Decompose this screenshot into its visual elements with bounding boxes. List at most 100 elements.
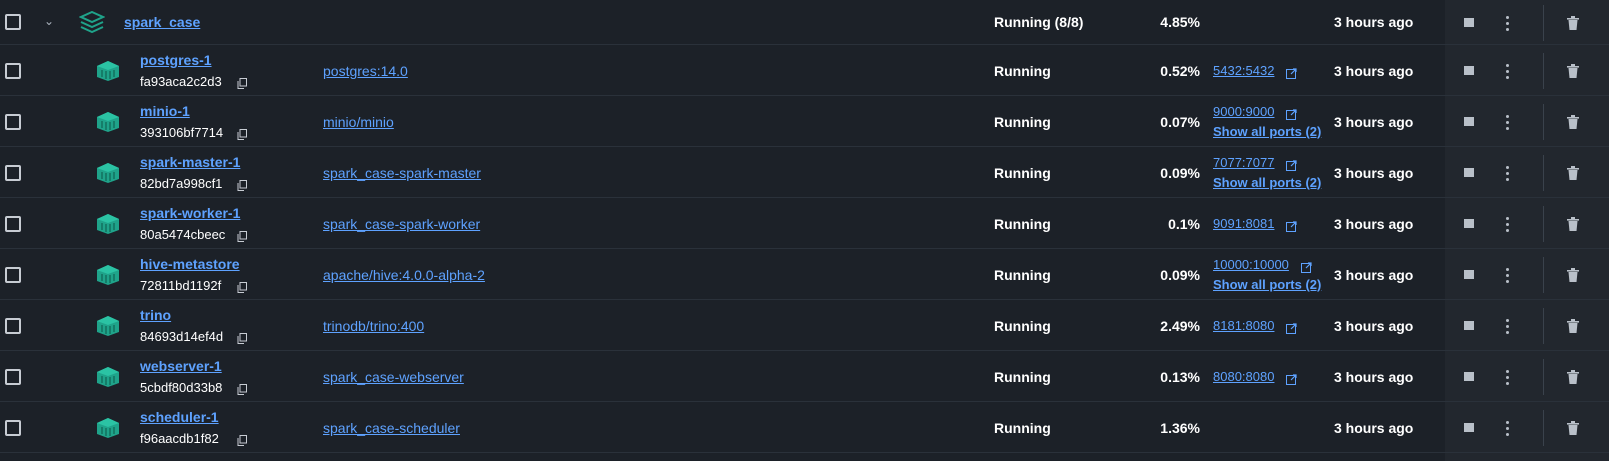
external-link-icon[interactable] [1286,66,1297,79]
container-started: 3 hours ago [1334,419,1414,436]
external-link-icon[interactable] [1286,219,1297,232]
external-link-icon[interactable] [1300,260,1312,273]
show-all-ports-link[interactable]: Show all ports (2) [1213,175,1321,190]
more-options-button[interactable] [1506,369,1510,388]
stop-button[interactable] [1464,117,1474,126]
show-all-ports-link[interactable]: Show all ports (2) [1213,124,1321,139]
container-row[interactable]: spark-master-1 82bd7a998cf1 spark_case-spa… [0,147,1609,198]
more-options-button[interactable] [1506,165,1510,184]
container-row[interactable]: trino 84693d14ef4d trinodb/trino:400 Runnin… [0,300,1609,351]
port-link[interactable]: 7077:7077 [1213,155,1274,170]
stop-button[interactable] [1464,18,1474,27]
chevron-down-icon[interactable]: ⌄ [44,14,54,28]
container-name-link[interactable]: spark-worker-1 [140,205,240,221]
delete-button[interactable] [1567,369,1579,384]
container-icon [95,315,121,337]
port-link[interactable]: 5432:5432 [1213,63,1274,78]
more-options-button[interactable] [1506,267,1510,286]
container-icon [95,417,121,439]
image-link[interactable]: spark_case-webserver [323,369,464,385]
container-select-checkbox[interactable] [5,113,21,130]
stop-button[interactable] [1464,321,1474,330]
group-select-checkbox[interactable] [5,14,21,30]
delete-button[interactable] [1567,267,1579,282]
more-options-button[interactable] [1506,63,1510,82]
container-id: fa93aca2c2d3 [140,74,222,89]
container-icon [95,213,121,235]
image-link[interactable]: spark_case-spark-worker [323,216,480,232]
container-name-link[interactable]: hive-metastore [140,256,240,272]
container-name-link[interactable]: minio-1 [140,103,190,119]
delete-button[interactable] [1567,420,1579,435]
copy-icon[interactable] [237,280,247,293]
copy-icon[interactable] [237,331,247,344]
image-link[interactable]: apache/hive:4.0.0-alpha-2 [323,267,485,283]
container-row[interactable]: spark-worker-1 80a5474cbeec spark_case-spa… [0,198,1609,249]
container-select-checkbox[interactable] [5,266,21,283]
copy-icon[interactable] [237,127,247,140]
stop-button[interactable] [1464,66,1474,75]
stop-button[interactable] [1464,219,1474,228]
copy-icon[interactable] [237,76,247,89]
more-options-button[interactable] [1506,114,1510,133]
external-link-icon[interactable] [1286,321,1297,334]
container-row[interactable]: postgres-1 fa93aca2c2d3 postgres:14.0 Runni… [0,45,1609,96]
container-select-checkbox[interactable] [5,215,21,232]
container-name-link[interactable]: spark-master-1 [140,154,240,170]
stop-button[interactable] [1464,270,1474,279]
group-row[interactable]: ⌄ spark_case Running (8/8) 4.85% 3 hours ago [0,0,1609,45]
container-status: Running [994,113,1051,130]
copy-icon[interactable] [237,178,247,191]
delete-button[interactable] [1567,318,1579,333]
container-name-link[interactable]: postgres-1 [140,52,212,68]
copy-icon[interactable] [237,433,247,446]
external-link-icon[interactable] [1286,158,1297,171]
image-link[interactable]: spark_case-spark-master [323,165,481,181]
external-link-icon[interactable] [1286,372,1297,385]
group-name-link[interactable]: spark_case [124,14,200,30]
container-name-link[interactable]: scheduler-1 [140,409,219,425]
more-options-button[interactable] [1506,216,1510,235]
delete-button[interactable] [1567,15,1579,30]
more-options-button[interactable] [1506,15,1510,34]
stop-button[interactable] [1464,372,1474,381]
container-select-checkbox[interactable] [5,317,21,334]
container-select-checkbox[interactable] [5,368,21,385]
container-row[interactable]: minio-1 393106bf7714 minio/minio Running 0.0… [0,96,1609,147]
image-link[interactable]: spark_case-scheduler [323,420,460,436]
image-link[interactable]: trinodb/trino:400 [323,318,424,334]
container-status: Running [994,215,1051,232]
port-link[interactable]: 8080:8080 [1213,369,1274,384]
container-id: 84693d14ef4d [140,329,224,344]
stop-button[interactable] [1464,423,1474,432]
copy-icon[interactable] [237,229,247,242]
delete-button[interactable] [1567,216,1579,231]
container-cpu: 0.13% [1160,368,1200,385]
external-link-icon[interactable] [1286,107,1297,120]
more-options-button[interactable] [1506,318,1510,337]
container-select-checkbox[interactable] [5,419,21,436]
port-link[interactable]: 10000:10000 [1213,257,1289,272]
container-row[interactable]: hive-metastore 72811bd1192f apache/hive:4.… [0,249,1609,300]
delete-button[interactable] [1567,165,1579,180]
container-row[interactable]: scheduler-1 f96aacdb1f82 spark_case-schedu… [0,402,1609,453]
container-id: 80a5474cbeec [140,227,226,242]
more-options-button[interactable] [1506,420,1510,439]
copy-icon[interactable] [237,382,247,395]
delete-button[interactable] [1567,63,1579,78]
stop-button[interactable] [1464,168,1474,177]
container-name-link[interactable]: trino [140,307,171,323]
port-link[interactable]: 8181:8080 [1213,318,1274,333]
container-select-checkbox[interactable] [5,164,21,181]
port-link[interactable]: 9091:8081 [1213,216,1274,231]
delete-button[interactable] [1567,114,1579,129]
port-link[interactable]: 9000:9000 [1213,104,1274,119]
image-link[interactable]: minio/minio [323,114,394,130]
container-id: 82bd7a998cf1 [140,176,223,191]
image-link[interactable]: postgres:14.0 [323,63,408,79]
show-all-ports-link[interactable]: Show all ports (2) [1213,277,1321,292]
container-name-link[interactable]: webserver-1 [140,358,222,374]
container-icon [95,366,121,388]
container-select-checkbox[interactable] [5,62,21,79]
container-row[interactable]: webserver-1 5cbdf80d33b8 spark_case-webser… [0,351,1609,402]
